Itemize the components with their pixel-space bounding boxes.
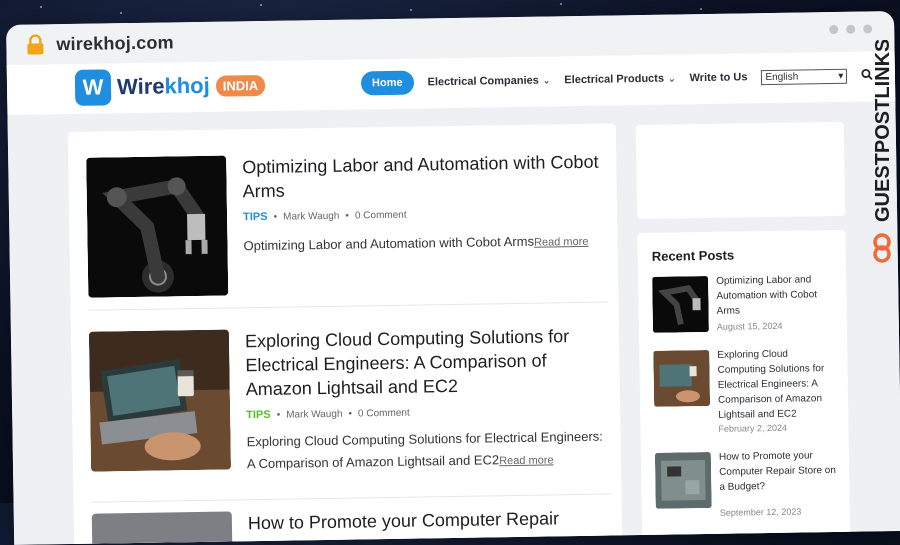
recent-post-title[interactable]: Optimizing Labor and Automation with Cob… <box>716 272 837 319</box>
post-title[interactable]: Exploring Cloud Computing Solutions for … <box>245 324 606 402</box>
chevron-down-icon: ▾ <box>838 70 844 82</box>
recent-post-item[interactable]: Exploring Cloud Computing Solutions for … <box>653 346 840 439</box>
post-thumbnail[interactable] <box>91 511 233 545</box>
recent-posts-widget: Recent Posts Optimizing Labor and Automa… <box>637 229 851 545</box>
recent-post-item[interactable]: Optimizing Labor and Automation with Cob… <box>652 272 839 337</box>
recent-post-item[interactable]: How to Promote your Computer Repair Stor… <box>654 448 842 521</box>
nav-electrical-products[interactable]: Electrical Products ⌄ <box>564 72 676 87</box>
post-title[interactable]: How to Promote your Computer Repair <box>248 506 608 536</box>
recent-posts-title: Recent Posts <box>651 247 735 264</box>
site-logo[interactable]: W Wirekhoj INDIA <box>74 67 266 106</box>
language-select[interactable]: English ▾ <box>761 68 848 85</box>
background-star <box>700 8 702 10</box>
sidebar-widget <box>635 121 846 220</box>
window-dot[interactable] <box>829 24 839 35</box>
post-thumbnail[interactable] <box>86 155 229 298</box>
post-meta: TIPS • Mark Waugh • 0 Comment <box>246 407 410 421</box>
url-text[interactable]: wirekhoj.com <box>56 32 174 55</box>
post-comments[interactable]: 0 Comment <box>355 209 407 221</box>
logo-badge: INDIA <box>215 74 266 97</box>
browser-window: wirekhoj.com W Wirekhoj INDIA Home Elect… <box>6 11 900 545</box>
logo-word-b: khoj <box>164 72 210 99</box>
window-dot[interactable] <box>846 24 856 34</box>
logo-mark: W <box>74 69 112 106</box>
recent-post-thumbnail[interactable] <box>654 451 712 509</box>
background-star <box>260 4 262 6</box>
chevron-down-icon: ⌄ <box>667 72 676 84</box>
logo-word-a: Wire <box>116 73 165 100</box>
post-divider <box>91 493 612 503</box>
post-author[interactable]: Mark Waugh <box>286 408 342 420</box>
post-meta: TIPS • Mark Waugh • 0 Comment <box>243 209 407 223</box>
nav-write-to-us[interactable]: Write to Us <box>689 71 747 84</box>
post-tag[interactable]: TIPS <box>243 211 268 223</box>
recent-post-date: August 15, 2024 <box>716 320 783 332</box>
chain-link-icon <box>873 233 891 263</box>
post-list: Optimizing Labor and Automation with Cob… <box>67 123 623 545</box>
post-author[interactable]: Mark Waugh <box>283 210 339 222</box>
language-value: English <box>765 71 799 83</box>
post-comments[interactable]: 0 Comment <box>358 407 410 419</box>
recent-post-title[interactable]: Exploring Cloud Computing Solutions for … <box>717 346 838 423</box>
recent-post-date: September 12, 2023 <box>719 506 802 518</box>
main-nav: Home Electrical Companies ⌄ Electrical P… <box>360 63 874 96</box>
post-card: Optimizing Labor and Automation with Cob… <box>86 150 608 308</box>
nav-electrical-companies[interactable]: Electrical Companies ⌄ <box>427 74 551 89</box>
website: W Wirekhoj INDIA Home Electrical Compani… <box>6 51 900 545</box>
background-star <box>40 6 42 8</box>
post-excerpt: Optimizing Labor and Automation with Cob… <box>243 230 603 259</box>
recent-post-date: February 2, 2024 <box>718 422 788 434</box>
meta-separator: • <box>348 408 353 420</box>
background-star <box>410 9 412 11</box>
nav-label: Electrical Companies <box>427 74 539 89</box>
meta-separator: • <box>345 210 349 222</box>
nav-home[interactable]: Home <box>360 70 414 96</box>
recent-post-thumbnail[interactable] <box>653 349 711 407</box>
recent-post-thumbnail[interactable] <box>652 275 709 333</box>
post-thumbnail[interactable] <box>88 329 232 472</box>
post-card: How to Promote your Computer Repair <box>91 506 613 545</box>
post-title[interactable]: Optimizing Labor and Automation with Cob… <box>242 150 603 204</box>
post-tag[interactable]: TIPS <box>246 409 271 421</box>
post-excerpt: Exploring Cloud Computing Solutions for … <box>246 426 607 477</box>
logo-wordmark: Wirekhoj <box>117 73 210 100</box>
read-more-link[interactable]: Read more <box>534 236 589 249</box>
nav-label: Electrical Products <box>564 72 665 87</box>
read-more-link[interactable]: Read more <box>499 454 554 467</box>
background-star <box>560 3 562 5</box>
window-controls <box>829 24 873 35</box>
lock-icon <box>24 33 46 55</box>
post-card: Exploring Cloud Computing Solutions for … <box>88 324 611 482</box>
watermark-text: GUESTPOSTLINKS <box>872 40 894 222</box>
window-dot[interactable] <box>863 24 873 34</box>
meta-separator: • <box>273 211 278 223</box>
guestpostlinks-watermark: GUESTPOSTLINKS <box>868 39 896 270</box>
recent-post-title[interactable]: How to Promote your Computer Repair Stor… <box>719 448 840 495</box>
excerpt-text: Optimizing Labor and Automation with Cob… <box>243 233 535 254</box>
meta-separator: • <box>276 409 281 421</box>
chevron-down-icon: ⌄ <box>542 74 551 86</box>
background-star <box>120 12 122 14</box>
